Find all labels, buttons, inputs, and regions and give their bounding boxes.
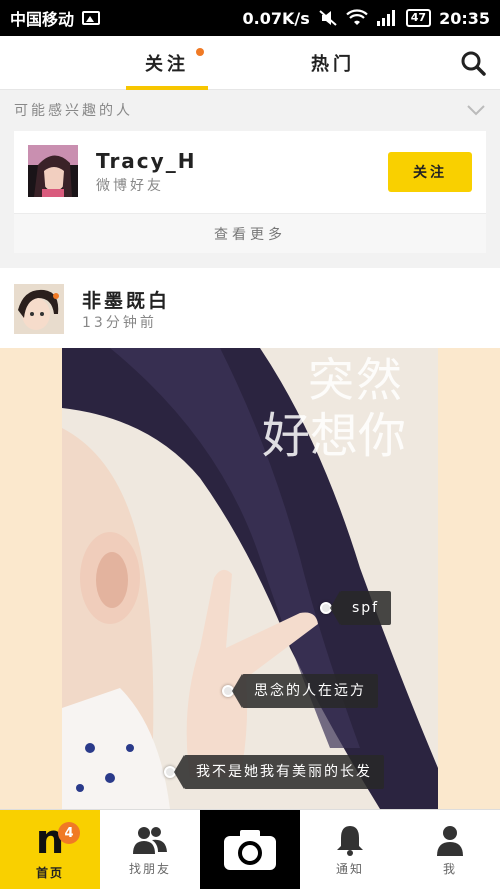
profile-icon xyxy=(437,825,463,856)
nav-notify-label: 通知 xyxy=(335,861,364,876)
post-timestamp: 13分钟前 xyxy=(82,315,157,331)
suggestions-header: 可能感兴趣的人 xyxy=(0,90,500,130)
carrier-name: 中国移动 xyxy=(10,10,75,29)
tab-follow-label: 关注 xyxy=(145,54,189,75)
battery-level: 47 xyxy=(405,9,432,27)
camera-icon xyxy=(224,830,276,870)
tab-follow[interactable]: 关注 xyxy=(126,36,208,90)
post-header: 非墨既白 13分钟前 xyxy=(0,268,500,348)
nav-home-label: 首页 xyxy=(35,865,64,880)
suggested-user-avatar[interactable] xyxy=(28,145,78,197)
chevron-down-icon[interactable] xyxy=(466,104,486,116)
signal-icon xyxy=(376,10,395,26)
home-badge: 4 xyxy=(58,822,80,844)
post-author-name[interactable]: 非墨既白 xyxy=(82,286,170,313)
see-more-button[interactable]: 查看更多 xyxy=(14,213,486,253)
post-photo[interactable]: 突然 好想你 spf 思念的人在远方 我不是她我有美丽的长发 xyxy=(0,348,500,809)
suggested-user-name[interactable]: Tracy_H xyxy=(96,149,196,173)
post-author-avatar[interactable] xyxy=(14,284,64,334)
search-icon[interactable] xyxy=(460,50,486,76)
photo-tag[interactable]: spf xyxy=(320,591,392,625)
tag-label: 我不是她我有美丽的长发 xyxy=(174,755,384,789)
friends-icon xyxy=(133,826,167,854)
suggested-user-card: Tracy_H 微博好友 关注 xyxy=(14,131,486,213)
tag-label: spf xyxy=(329,591,392,625)
network-speed: 0.07K/s xyxy=(242,8,310,28)
bell-icon xyxy=(337,825,363,856)
nav-friends-label: 找朋友 xyxy=(128,861,171,876)
nav-find-friends[interactable]: 找朋友 xyxy=(100,810,200,889)
nav-notifications[interactable]: 通知 xyxy=(300,810,400,889)
suggested-user-relation: 微博好友 xyxy=(96,178,164,194)
nav-me-label: 我 xyxy=(442,861,457,876)
tag-label: 思念的人在远方 xyxy=(232,674,378,708)
bottom-navigation: n 4 首页 找朋友 通知 我 xyxy=(0,809,500,889)
see-more-label: 查看更多 xyxy=(214,226,286,243)
unread-dot xyxy=(196,48,204,56)
photo-tag[interactable]: 我不是她我有美丽的长发 xyxy=(164,755,384,789)
photo-tag[interactable]: 思念的人在远方 xyxy=(222,674,378,708)
mute-icon xyxy=(319,10,337,26)
status-bar: 中国移动 0.07K/s 47 20:35 xyxy=(0,0,500,36)
gallery-notification-icon xyxy=(82,11,101,25)
wifi-icon xyxy=(345,9,368,25)
nav-me[interactable]: 我 xyxy=(400,810,500,889)
suggestions-title: 可能感兴趣的人 xyxy=(14,103,133,119)
tab-hot-label: 热门 xyxy=(311,54,355,75)
nav-camera[interactable] xyxy=(200,810,300,889)
post-photo-image xyxy=(0,348,500,809)
top-tab-bar: 关注 热门 xyxy=(0,36,500,90)
clock: 20:35 xyxy=(439,8,490,28)
tab-hot[interactable]: 热门 xyxy=(292,36,374,90)
nav-home[interactable]: n 4 首页 xyxy=(0,810,100,889)
photo-caption-line2: 好想你 xyxy=(262,408,407,464)
follow-button[interactable]: 关注 xyxy=(388,152,472,192)
